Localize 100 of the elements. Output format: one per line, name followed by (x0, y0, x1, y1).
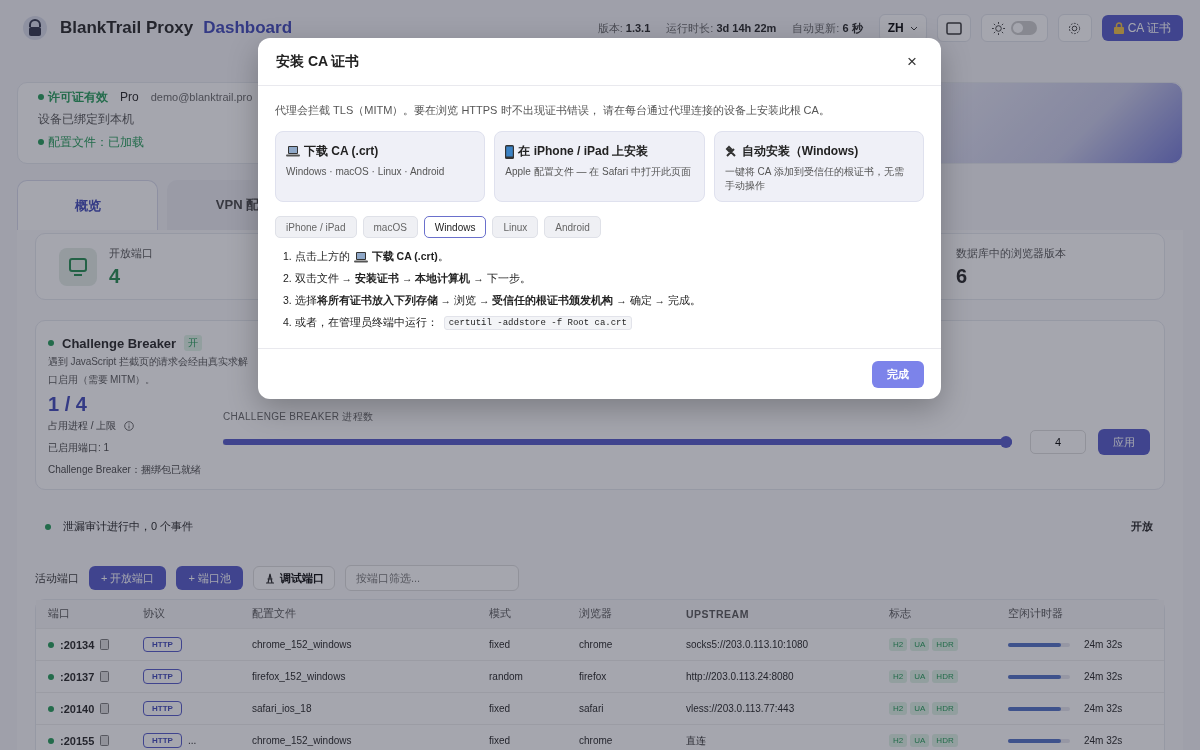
step-text: 1. 点击上方的 (283, 250, 350, 264)
monitor-icon (59, 247, 97, 286)
close-button[interactable]: × (901, 50, 923, 73)
info-icon (124, 421, 135, 431)
port-cell: :20155 (60, 734, 95, 747)
stat-label: 数据库中的浏览器版本 (956, 245, 1066, 261)
protocol-tag: HTTP (143, 669, 182, 684)
port-cell: :20137 (60, 670, 95, 683)
install-option[interactable]: 自动安装（Windows) 一键将 CA 添加到受信任的根证书，无需手动操作 (713, 131, 924, 202)
option-title: 下载 CA (.crt) (304, 143, 379, 160)
meta-text: 版本: 1.3.1 (597, 20, 651, 36)
tools-icon (724, 145, 738, 158)
description-text: 口启用（需要 MITM）。 (48, 373, 156, 387)
idle-time: 24m 32s (1084, 639, 1123, 650)
flag-tag: UA (910, 734, 930, 747)
logo-icon (22, 15, 48, 41)
lock-icon (1113, 22, 1124, 34)
window-icon (945, 21, 962, 35)
easel-icon (263, 572, 276, 584)
table-cell-text: chrome_152_windows (251, 735, 353, 746)
config-status: 配置文件：已加载 (48, 133, 144, 151)
open-button[interactable]: 开放 (1125, 518, 1159, 535)
table-cell-text: random (488, 671, 524, 682)
table-cell-text: fixed (488, 703, 512, 714)
gear-icon (1068, 21, 1082, 35)
license-status: 许可证有效 (48, 88, 108, 106)
more-text: ... (187, 735, 197, 746)
device-bound-text: 设备已绑定到本机 (38, 111, 134, 128)
email-text: demo@blanktrail.pro (150, 91, 253, 103)
table-cell-text: chrome (578, 735, 614, 746)
platform-tab[interactable]: Linux (492, 216, 539, 238)
step-text: 2. 双击文件 → 安装证书 → 本地计算机 → 下一步。 (283, 272, 531, 286)
column-header: 模式 (488, 607, 512, 621)
process-slider[interactable] (223, 436, 1012, 448)
enabled-ports-text: 已启用端口: 1 (48, 441, 111, 455)
idle-time: 24m 32s (1084, 671, 1123, 682)
active-ports-label: 活动端口 (35, 570, 79, 586)
dialog-title: 安装 CA 证书 (276, 52, 360, 71)
layout-button[interactable] (936, 14, 971, 42)
apply-button[interactable]: 应用 (1098, 429, 1150, 455)
step-text: 4. 或者，在管理员终端中运行： (283, 316, 438, 330)
copy-icon[interactable] (100, 639, 110, 650)
platform-tab[interactable]: iPhone / iPad (275, 216, 357, 238)
option-title: 自动安装（Windows) (741, 143, 859, 160)
copy-icon[interactable] (100, 703, 110, 714)
slider-label: CHALLENGE BREAKER 进程数 (223, 410, 375, 424)
debug-button[interactable]: 调试端口 (252, 566, 335, 590)
stat-value: 6 (956, 264, 969, 288)
filter-field[interactable]: 按端口筛选... (344, 565, 519, 591)
copy-icon[interactable] (100, 735, 110, 746)
table-cell-text: vless://203.0.113.77:443 (685, 703, 796, 714)
table-cell-text: 直连 (685, 733, 707, 748)
tab[interactable]: 概览 (17, 180, 158, 230)
column-header: 配置文件 (251, 607, 297, 621)
flag-tag: UA (910, 702, 930, 715)
install-option[interactable]: 下载 CA (.crt) Windows · macOS · Linux · Android (275, 131, 486, 202)
count-input[interactable]: 4 (1030, 430, 1086, 454)
column-header: 标志 (888, 607, 912, 621)
option-description: Windows · macOS · Linux · Android (286, 165, 446, 179)
idle-bar (1008, 738, 1070, 743)
column-header: 空闲计时器 (1007, 607, 1064, 621)
stat-value: 4 (109, 264, 122, 288)
option-description: 一键将 CA 添加到受信任的根证书，无需手动操作 (724, 165, 905, 193)
laptop-icon (286, 146, 300, 157)
column-header: 端口 (47, 607, 71, 621)
done-button[interactable]: 完成 (872, 360, 924, 388)
theme-toggle[interactable] (1010, 21, 1037, 35)
table-cell-text: socks5://203.0.113.10:1080 (685, 639, 810, 650)
copy-icon[interactable] (100, 671, 110, 682)
caret-icon (909, 25, 918, 31)
usage-label: 占用进程 / 上限 (48, 419, 117, 433)
phone-icon (505, 144, 515, 159)
install-option[interactable]: 在 iPhone / iPad 上安装 Apple 配置文件 — 在 Safari 中打开此页面 (494, 131, 705, 202)
port-cell: :20140 (60, 702, 95, 715)
flag-tag: H2 (889, 670, 908, 683)
table-cell-text: safari (578, 703, 605, 714)
platform-tab[interactable]: Windows (423, 216, 487, 238)
idle-time: 24m 32s (1084, 735, 1123, 746)
flag-tag: HDR (932, 734, 958, 747)
status-badge: 开 (184, 335, 203, 351)
idle-bar (1008, 706, 1070, 711)
platform-tab[interactable]: Android (544, 216, 601, 238)
add-button[interactable]: + 开放端口 (89, 566, 167, 590)
platform-tab[interactable]: macOS (362, 216, 418, 238)
table-cell-text: fixed (488, 735, 512, 746)
protocol-tag: HTTP (143, 701, 182, 716)
flag-tag: HDR (932, 638, 958, 651)
table-cell-text: chrome (578, 639, 614, 650)
protocol-tag: HTTP (143, 733, 182, 748)
intro-text: 代理会拦截 TLS（MITM）。要在浏览 HTTPS 时不出现证书错误， 请在每台通过代理连接的设备上安装此根 CA。 (275, 103, 831, 118)
table-cell-text: fixed (488, 639, 512, 650)
table-cell-text: firefox_152_windows (251, 671, 347, 682)
ca-certificate-button[interactable]: CA 证书 (1101, 15, 1183, 41)
settings-button[interactable] (1057, 14, 1092, 42)
table-cell-text: safari_ios_18 (251, 703, 313, 714)
add-button[interactable]: + 端口池 (176, 566, 243, 590)
idle-bar (1008, 642, 1070, 647)
plan-name: Pro (120, 90, 139, 104)
audit-status: 泄漏审计进行中，0 个事件 (63, 519, 194, 534)
flag-tag: HDR (932, 702, 958, 715)
